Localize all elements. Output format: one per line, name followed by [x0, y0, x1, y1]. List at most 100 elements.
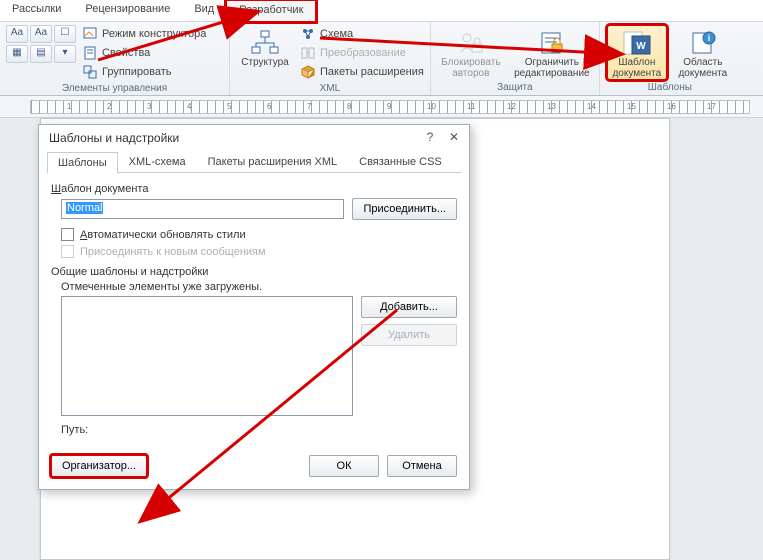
- svg-text:W: W: [636, 41, 646, 52]
- ribbon-group-controls: Aa ▦ Aa ▤ ☐ ▾ Режим конструктора: [0, 22, 230, 95]
- btn-structure[interactable]: Структура: [236, 25, 294, 69]
- ruler-number: 15: [627, 102, 636, 111]
- btn-restrict-label: Ограничить редактирование: [514, 57, 590, 79]
- ruler[interactable]: 1234567891011121314151617: [30, 100, 750, 114]
- ruler-number: 6: [267, 102, 271, 111]
- ruler-number: 3: [147, 102, 151, 111]
- ruler-number: 2: [107, 102, 111, 111]
- help-button[interactable]: ?: [423, 131, 437, 145]
- cmd-group[interactable]: Группировать: [82, 63, 206, 81]
- dlg-tab-templates[interactable]: Шаблоны: [47, 152, 118, 173]
- cmd-group-label: Группировать: [102, 66, 172, 78]
- ruler-number: 4: [187, 102, 191, 111]
- cmd-schema-label: Схема: [320, 28, 353, 40]
- structure-icon: [249, 29, 281, 57]
- ctrl-btn-3[interactable]: ▦: [6, 45, 28, 63]
- dialog-tabs: Шаблоны XML-схема Пакеты расширения XML …: [47, 151, 461, 173]
- ctrl-btn-5[interactable]: ▾: [54, 45, 76, 63]
- ctrl-btn-2[interactable]: ☐: [54, 25, 76, 43]
- group-xml-label: XML: [236, 81, 424, 96]
- btn-structure-label: Структура: [241, 57, 288, 68]
- cmd-transformation[interactable]: Преобразование: [300, 44, 424, 62]
- template-doc-icon: W: [621, 29, 653, 57]
- ruler-number: 8: [347, 102, 351, 111]
- cmd-properties[interactable]: Свойства: [82, 44, 206, 62]
- ruler-number: 16: [667, 102, 676, 111]
- ruler-number: 14: [587, 102, 596, 111]
- btn-restrict[interactable]: Ограничить редактирование: [511, 25, 593, 80]
- tab-view[interactable]: Вид: [182, 0, 226, 21]
- templates-dialog: Шаблоны и надстройки ? ✕ Шаблоны XML-схе…: [38, 124, 470, 490]
- ribbon-group-protect: Блокировать авторов Ограничить редактиро…: [431, 22, 600, 95]
- ctrl-btn-0[interactable]: Aa: [6, 25, 28, 43]
- svg-text:i: i: [708, 33, 711, 43]
- path-label: Путь:: [61, 424, 457, 436]
- ribbon: Aa ▦ Aa ▤ ☐ ▾ Режим конструктора: [0, 22, 763, 96]
- ruler-number: 9: [387, 102, 391, 111]
- ruler-number: 10: [427, 102, 436, 111]
- cancel-button[interactable]: Отмена: [387, 455, 457, 477]
- cmd-schema[interactable]: Схема: [300, 25, 424, 43]
- ribbon-group-templates: W Шаблон документа i Область документа Ш…: [600, 22, 740, 95]
- cmd-design-mode[interactable]: Режим конструктора: [82, 25, 206, 43]
- ruler-number: 12: [507, 102, 516, 111]
- ruler-area: 1234567891011121314151617: [0, 96, 763, 118]
- btn-template-doc-label: Шаблон документа: [612, 57, 661, 79]
- cmd-expansion-label: Пакеты расширения: [320, 66, 424, 78]
- auto-update-label: Автоматически обновлять стили: [80, 229, 246, 241]
- attach-new-checkbox: [61, 245, 74, 258]
- ruler-number: 5: [227, 102, 231, 111]
- globals-listbox[interactable]: [61, 296, 353, 416]
- dialog-title: Шаблоны и надстройки: [49, 131, 179, 145]
- dialog-titlebar: Шаблоны и надстройки ? ✕: [39, 125, 469, 149]
- attach-button[interactable]: Присоединить...: [352, 198, 457, 220]
- ruler-number: 11: [467, 102, 475, 111]
- add-button[interactable]: Добавить...: [361, 296, 457, 318]
- restrict-icon: [536, 29, 568, 57]
- btn-block-authors[interactable]: Блокировать авторов: [437, 25, 505, 80]
- design-mode-icon: [82, 26, 98, 42]
- dlg-tab-expansion[interactable]: Пакеты расширения XML: [197, 151, 349, 172]
- group-icon: [82, 64, 98, 80]
- doc-template-input[interactable]: Normal: [61, 199, 344, 219]
- group-protect-label: Защита: [437, 80, 593, 95]
- transformation-icon: [300, 45, 316, 61]
- remove-button: Удалить: [361, 324, 457, 346]
- ruler-number: 17: [707, 102, 716, 111]
- group-controls-label: Элементы управления: [6, 81, 223, 96]
- dlg-tab-xmlschema[interactable]: XML-схема: [118, 151, 197, 172]
- btn-template-doc[interactable]: W Шаблон документа: [607, 25, 667, 80]
- doc-template-label: Шаблон документа: [51, 183, 457, 195]
- region-doc-icon: i: [687, 29, 719, 57]
- ctrl-btn-4[interactable]: ▤: [30, 45, 52, 63]
- dlg-tab-css[interactable]: Связанные CSS: [348, 151, 453, 172]
- close-button[interactable]: ✕: [447, 131, 461, 145]
- block-authors-icon: [455, 29, 487, 57]
- cmd-properties-label: Свойства: [102, 47, 150, 59]
- tab-review[interactable]: Рецензирование: [73, 0, 182, 21]
- attach-new-label: Присоединять к новым сообщениям: [80, 246, 266, 258]
- group-templates-label: Шаблоны: [606, 80, 734, 95]
- ctrl-btn-1[interactable]: Aa: [30, 25, 52, 43]
- btn-region-doc[interactable]: i Область документа: [673, 25, 733, 80]
- globals-label: Общие шаблоны и надстройки: [51, 266, 457, 278]
- ruler-number: 13: [547, 102, 556, 111]
- ruler-number: 7: [307, 102, 311, 111]
- schema-icon: [300, 26, 316, 42]
- cmd-design-mode-label: Режим конструктора: [102, 28, 206, 40]
- expansion-icon: [300, 64, 316, 80]
- marked-label: Отмеченные элементы уже загружены.: [61, 281, 457, 293]
- auto-update-checkbox[interactable]: [61, 228, 74, 241]
- cmd-transformation-label: Преобразование: [320, 47, 406, 59]
- cmd-expansion-packs[interactable]: Пакеты расширения: [300, 63, 424, 81]
- properties-icon: [82, 45, 98, 61]
- tab-developer[interactable]: Разработчик: [226, 0, 316, 22]
- ribbon-tab-strip: Рассылки Рецензирование Вид Разработчик: [0, 0, 763, 22]
- organizer-button[interactable]: Организатор...: [51, 455, 147, 477]
- ruler-number: 1: [67, 102, 71, 111]
- ribbon-group-xml: Структура Схема Преобразование: [230, 22, 431, 95]
- btn-region-doc-label: Область документа: [678, 57, 727, 79]
- ok-button[interactable]: ОК: [309, 455, 379, 477]
- tab-mailings[interactable]: Рассылки: [0, 0, 73, 21]
- btn-block-authors-label: Блокировать авторов: [441, 57, 500, 79]
